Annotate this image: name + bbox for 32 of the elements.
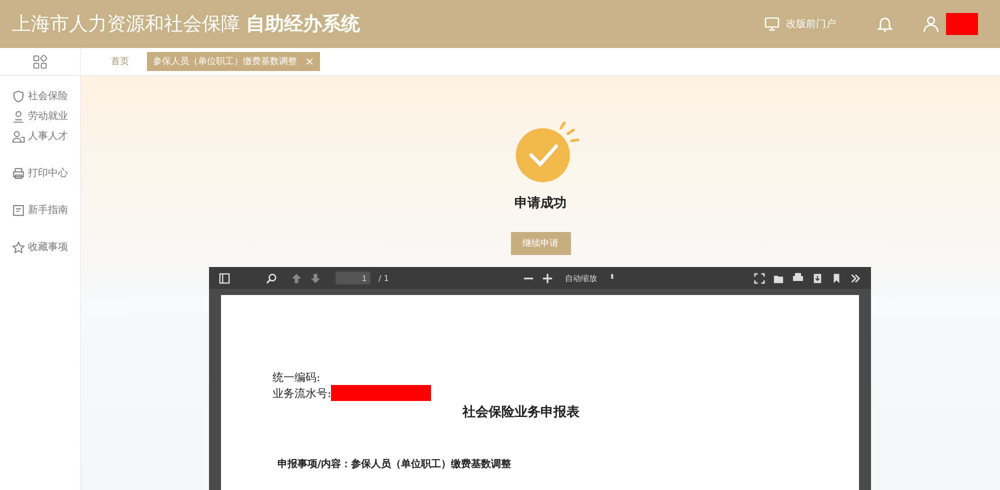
person-icon (12, 110, 25, 122)
page-total: / 1 (378, 274, 389, 282)
system-title: 上海市人力资源和社会保障 自助经办系统 (12, 12, 362, 37)
printer-icon (12, 166, 25, 180)
sidebar-item[interactable]: 打印中心 (0, 163, 80, 183)
zoom-in-icon[interactable] (542, 272, 554, 284)
arrow-down-icon[interactable] (310, 272, 320, 284)
form-title: 社会保险业务申报表 (462, 404, 580, 421)
people-icon (12, 130, 25, 142)
document-icon (12, 204, 25, 216)
success-message: 申请成功 (514, 195, 566, 212)
apps-icon[interactable] (33, 54, 47, 68)
sidebar-item[interactable]: 新手指南 (0, 200, 80, 220)
star-icon (12, 240, 25, 254)
form-item-line: 申报事项/内容：参保人员（单位职工）缴费基数调整 (278, 457, 512, 471)
serial-label: 业务流水号: (272, 386, 332, 400)
code-label: 统一编码: (272, 370, 322, 385)
sidebar-item[interactable]: 社会保险 (0, 86, 80, 106)
redaction-mark (946, 13, 978, 35)
sidebar-item[interactable]: 收藏事项 (0, 237, 80, 257)
more-tools-icon[interactable] (850, 272, 861, 284)
sidebar-toggle-icon[interactable] (218, 272, 230, 284)
sidebar-item[interactable]: 人事人才 (0, 126, 80, 146)
fullscreen-icon[interactable] (754, 272, 765, 284)
arrow-up-icon[interactable] (290, 272, 302, 284)
shield-icon (12, 90, 25, 102)
sidebar-item[interactable]: 劳动就业 (0, 106, 80, 126)
print-icon[interactable] (792, 272, 804, 284)
tab[interactable]: 首页 (105, 52, 135, 71)
page-number-field[interactable]: 1 (334, 271, 370, 285)
download-icon[interactable] (812, 272, 823, 284)
search-icon[interactable] (266, 272, 276, 284)
